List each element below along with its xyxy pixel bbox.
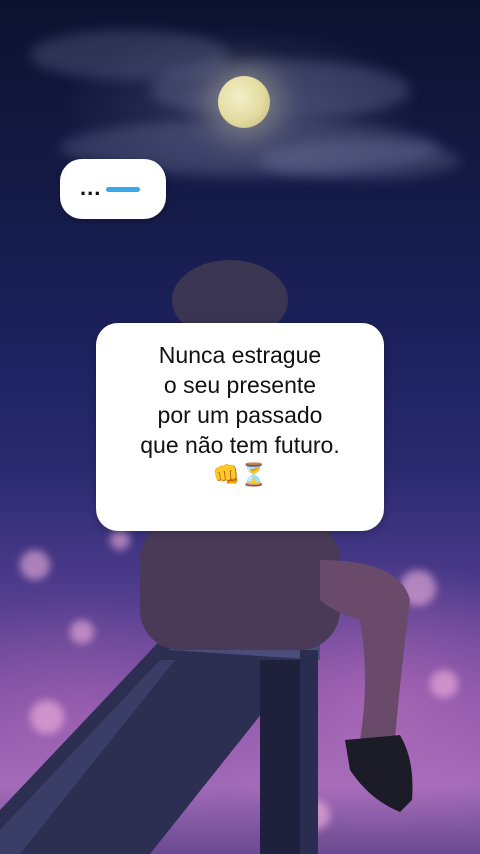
quote-line-1: Nunca estrague [158, 342, 322, 368]
story-view: ... Nunca estrague o seu presente por um… [0, 0, 480, 854]
fist-hourglass-emoji: 👊⏳ [212, 462, 268, 487]
ellipsis-text: ... [80, 175, 102, 200]
quote-line-3: por um passado [157, 402, 323, 428]
quote-card: Nunca estrague o seu presente por um pas… [96, 323, 384, 531]
text-cursor-icon [106, 187, 140, 192]
quote-line-4: que não tem futuro. [140, 432, 340, 458]
quote-line-2: o seu presente [163, 372, 317, 398]
typing-bubble: ... [60, 159, 166, 219]
